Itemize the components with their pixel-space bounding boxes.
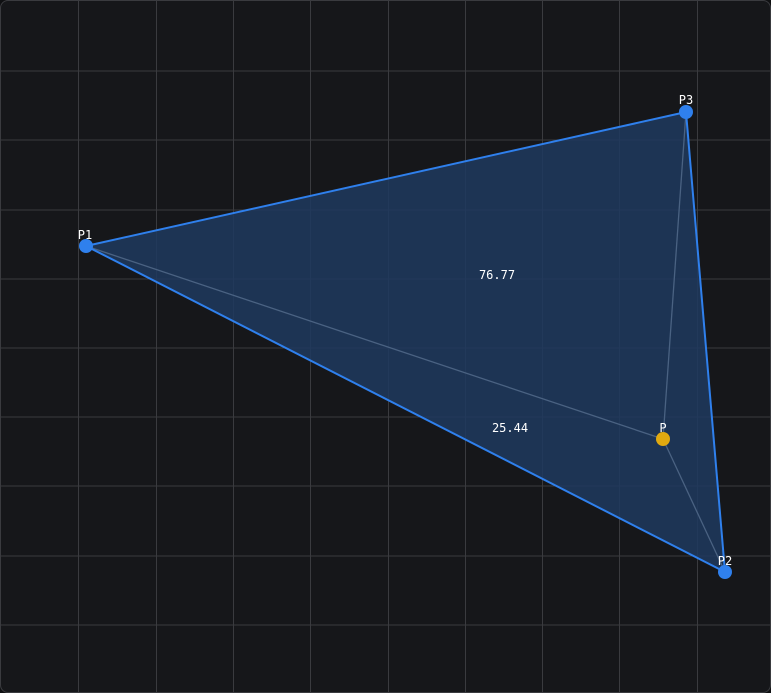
area-label-lower: 25.44 <box>492 421 528 435</box>
geometry-canvas[interactable]: 76.77 25.44 P1 P2 P3 P <box>0 0 771 693</box>
diagram-svg: 76.77 25.44 P1 P2 P3 P <box>1 1 770 692</box>
vertex-p3-label: P3 <box>679 93 693 107</box>
point-p-label: P <box>659 421 666 435</box>
vertex-p2-label: P2 <box>718 554 732 568</box>
area-label-upper: 76.77 <box>479 268 515 282</box>
vertex-p1-label: P1 <box>78 228 92 242</box>
vertex-p3-handle[interactable] <box>679 105 693 119</box>
triangle-fill <box>86 112 725 572</box>
